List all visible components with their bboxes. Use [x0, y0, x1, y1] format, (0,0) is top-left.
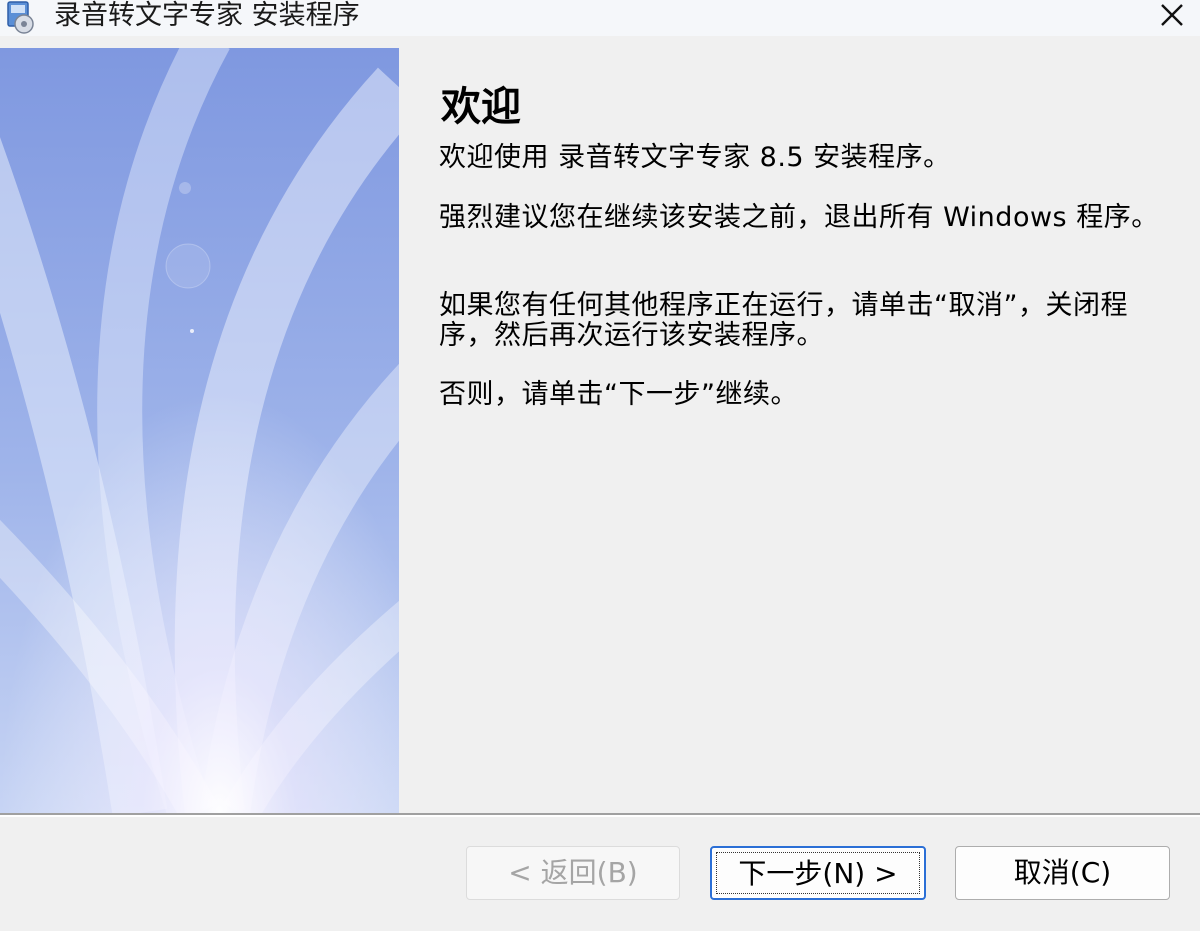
next-button-label: 下一步(N) >: [738, 857, 898, 890]
installer-window: 录音转文字专家 安装程序 欢迎 欢迎使用 录音转文字专家 8.5 安装程序。 强…: [0, 0, 1200, 931]
welcome-banner-image: [0, 48, 399, 813]
back-button[interactable]: < 返回(B): [466, 846, 680, 900]
page-title: 欢迎: [441, 83, 521, 130]
close-button[interactable]: [1144, 0, 1200, 36]
footer-divider-highlight: [0, 815, 1200, 817]
cancel-button[interactable]: 取消(C): [955, 846, 1170, 900]
cancel-instructions: 如果您有任何其他程序正在运行，请单击“取消”，关闭程序，然后再次运行该安装程序。: [439, 290, 1128, 351]
next-button[interactable]: 下一步(N) >: [710, 846, 926, 900]
continue-instructions: 否则，请单击“下一步”继续。: [439, 379, 798, 410]
close-programs-advice: 强烈建议您在继续该安装之前，退出所有 Windows 程序。: [439, 202, 1159, 233]
close-icon: [1161, 4, 1183, 26]
installer-disc-icon: [7, 1, 34, 34]
title-bar: 录音转文字专家 安装程序: [0, 0, 1200, 36]
welcome-content: 欢迎 欢迎使用 录音转文字专家 8.5 安装程序。 强烈建议您在继续该安装之前，…: [399, 48, 1200, 813]
welcome-text: 欢迎使用 录音转文字专家 8.5 安装程序。: [439, 142, 951, 173]
window-title: 录音转文字专家 安装程序: [54, 0, 360, 31]
